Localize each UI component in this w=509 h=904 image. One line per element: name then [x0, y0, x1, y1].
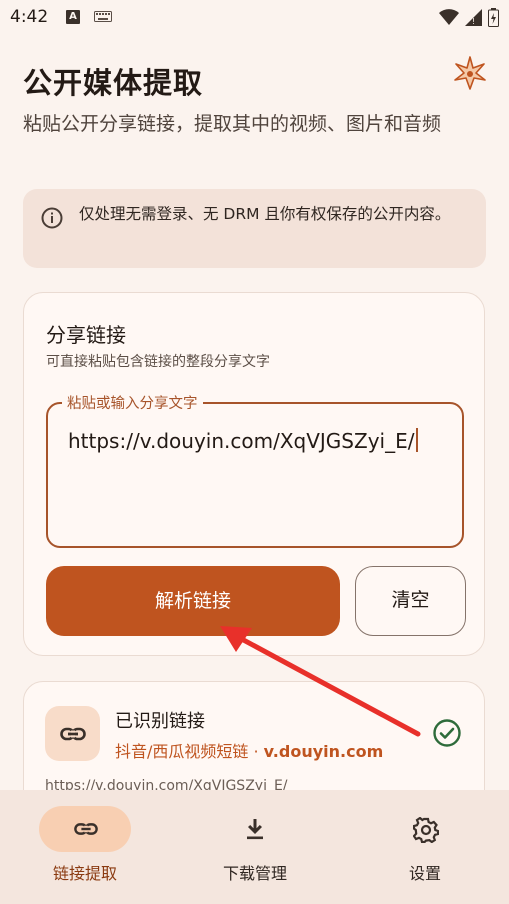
nav-item-settings[interactable]: 设置: [340, 790, 509, 904]
clear-button[interactable]: 清空: [355, 566, 466, 636]
notification-a-icon: A: [66, 10, 80, 24]
nav-label-settings: 设置: [408, 864, 441, 883]
share-link-card: 分享链接 可直接粘贴包含链接的整段分享文字 粘贴或输入分享文字 https://…: [23, 292, 485, 656]
nav-indicator: [209, 806, 301, 852]
info-icon: [41, 207, 63, 229]
link-icon: [74, 823, 98, 835]
platform-name: 抖音/西瓜视频短链: [115, 742, 249, 761]
recognized-link-icon-box: [45, 706, 100, 761]
share-card-title: 分享链接: [46, 323, 126, 347]
text-caret: [416, 428, 419, 452]
sparkle-icon[interactable]: [453, 56, 487, 90]
cell-signal-icon: !: [465, 9, 482, 26]
notice-banner: 仅处理无需登录、无 DRM 且你有权保存的公开内容。: [23, 189, 486, 268]
wifi-icon: [439, 9, 459, 25]
recognized-title: 已识别链接: [115, 711, 205, 732]
keyboard-icon: [94, 11, 112, 22]
input-value[interactable]: https://v.douyin.com/XqVJGSZyi_E/: [68, 429, 414, 453]
share-text-input[interactable]: 粘贴或输入分享文字 https://v.douyin.com/XqVJGSZyi…: [46, 392, 464, 548]
share-card-hint: 可直接粘贴包含链接的整段分享文字: [46, 354, 270, 370]
check-circle-icon: [433, 719, 461, 747]
nav-item-link-extract[interactable]: 链接提取: [0, 790, 170, 904]
nav-label-link-extract: 链接提取: [52, 864, 117, 883]
page-subtitle: 粘贴公开分享链接，提取其中的视频、图片和音频: [23, 113, 442, 135]
nav-indicator: [379, 806, 471, 852]
link-icon: [60, 727, 86, 741]
gear-icon: [413, 817, 439, 843]
source-separator: ·: [248, 742, 264, 761]
page-title: 公开媒体提取: [23, 66, 204, 100]
nav-active-indicator: [39, 806, 131, 852]
nav-label-downloads: 下载管理: [222, 864, 287, 883]
parse-link-button[interactable]: 解析链接: [46, 566, 340, 636]
battery-icon: [488, 8, 499, 27]
nav-item-downloads[interactable]: 下载管理: [170, 790, 340, 904]
status-time: 4:42: [10, 7, 49, 27]
recognized-source: 抖音/西瓜视频短链 · v.douyin.com: [115, 738, 383, 762]
status-bar: 4:42 A !: [0, 0, 509, 36]
input-label: 粘贴或输入分享文字: [62, 392, 203, 413]
svg-text:!: !: [472, 17, 475, 26]
bottom-navigation: 链接提取 下载管理 设置: [0, 790, 509, 904]
download-icon: [247, 819, 263, 840]
source-domain: v.douyin.com: [263, 742, 384, 761]
notice-text: 仅处理无需登录、无 DRM 且你有权保存的公开内容。: [79, 205, 451, 223]
